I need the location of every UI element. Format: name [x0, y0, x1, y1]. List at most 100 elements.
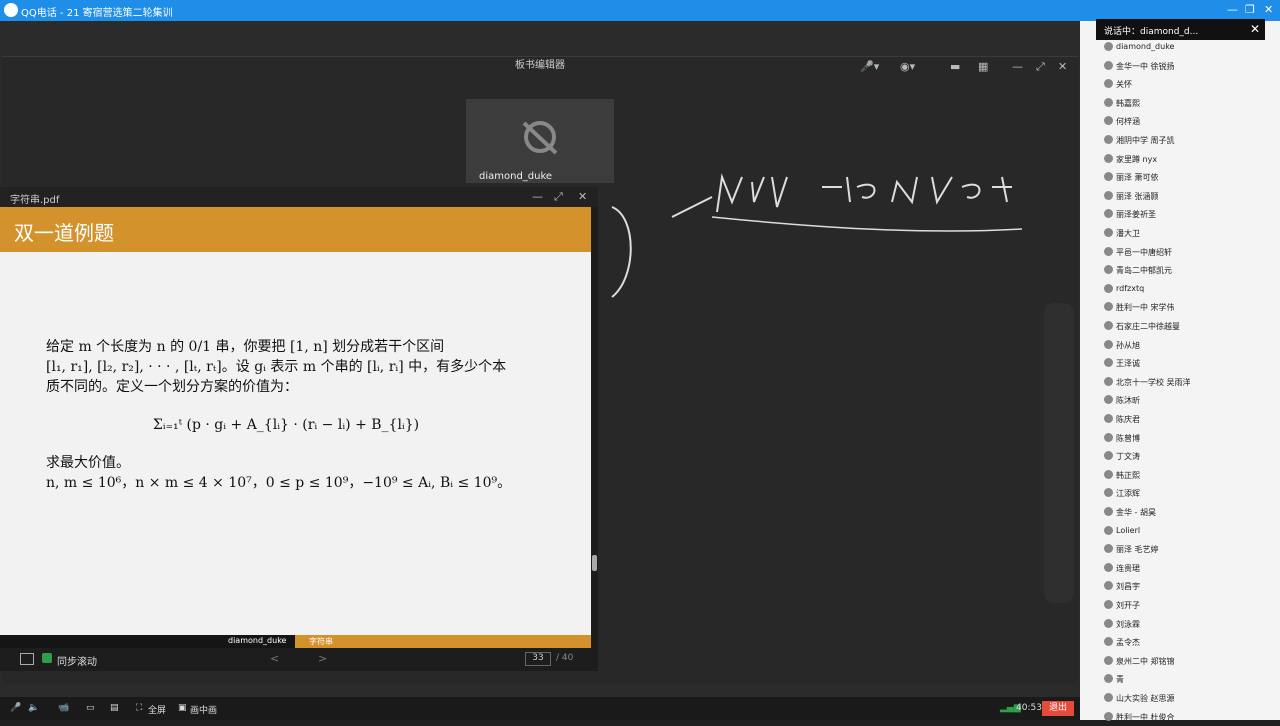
mic-off-icon[interactable]: 🎤 [10, 703, 21, 713]
member-avatar [1104, 190, 1113, 200]
member-name: 陈庆君 [1116, 415, 1140, 424]
member-avatar [1104, 97, 1113, 107]
slide-body: 给定 m 个长度为 n 的 0/1 串，你要把 [1, n] 划分成若干个区间 … [46, 337, 566, 493]
pdf-controls: 同步滚动 < > 33 / 40 [0, 648, 598, 671]
member-name: 山大实验 赵思源 [1116, 694, 1175, 703]
slide-footer-author: diamond_duke [228, 636, 287, 645]
member-name: 关怀 [1116, 80, 1132, 90]
prev-page-icon[interactable]: < [270, 652, 279, 665]
member-avatar [1104, 116, 1113, 126]
member-name: 青 [1116, 675, 1124, 685]
pdf-scrollbar[interactable] [592, 555, 597, 571]
drawing-toolbar[interactable] [1044, 303, 1074, 603]
camera-off-button[interactable]: 📹 [58, 703, 69, 713]
member-avatar [1104, 302, 1113, 312]
member-avatar [1104, 618, 1113, 628]
pdf-close-button[interactable]: ✕ [578, 190, 587, 203]
slide-line-3: 质不同的。定义一个划分方案的价值为： [46, 379, 298, 395]
page-input[interactable]: 33 [525, 652, 551, 666]
minimize-button[interactable]: — [1227, 3, 1238, 16]
slide-formula: Σᵢ₌₁ᵗ (p · gᵢ + A_{lᵢ} · (rᵢ − lᵢ) + B_{… [152, 417, 420, 433]
pdf-filename: 字符串.pdf [10, 195, 60, 206]
board-close-button[interactable]: ✕ [1058, 60, 1067, 73]
member-avatar [1104, 451, 1113, 461]
member-avatar [1104, 414, 1113, 423]
restore-button[interactable]: ❐ [1245, 3, 1255, 16]
title-bar: QQ电话 - 21 寄宿营选策二轮集训 — ❐ ✕ [0, 0, 1280, 21]
sync-label: 同步滚动 [57, 657, 97, 668]
member-name: 孙从旭 [1116, 340, 1140, 350]
camera-icon[interactable]: ▬ [950, 60, 960, 73]
member-avatar [1104, 172, 1113, 182]
member-avatar [1104, 600, 1113, 609]
pdf-slide: 双一道例题 给定 m 个长度为 n 的 0/1 串，你要把 [1, n] 划分成… [0, 207, 591, 648]
member-name: 丽泽姜祈圣 [1116, 210, 1156, 220]
pdf-minimize-button[interactable]: — [532, 190, 543, 203]
pdf-header: 字符串.pdf — ⤢ ✕ [0, 187, 598, 207]
member-avatar [1104, 283, 1113, 293]
member-avatar [1104, 209, 1113, 219]
member-avatar [1104, 544, 1113, 554]
speaker-toggle-icon[interactable]: 🔈 [28, 703, 39, 713]
member-avatar [1104, 60, 1113, 70]
speaker-icon[interactable]: ◉▾ [900, 60, 915, 73]
member-name: 刘开子 [1116, 601, 1140, 610]
fullscreen-button[interactable]: 全屏 [148, 703, 166, 716]
member-avatar [1104, 42, 1113, 51]
member-name: 陈沐昕 [1116, 396, 1140, 406]
slide-line-4: 求最大价值。 [46, 455, 130, 471]
member-name: 丽泽 萧可依 [1116, 173, 1159, 183]
grid-icon[interactable]: ▦ [978, 60, 988, 73]
share-file-icon[interactable]: ▤ [110, 703, 119, 713]
slide-line-2: [l₁, r₁], [l₂, r₂], · · · , [lₜ, rₜ]。设 g… [46, 359, 507, 375]
member-name: 胜利一中 杜俊合 [1116, 712, 1175, 722]
member-name: 丽泽 张涵颢 [1116, 191, 1159, 201]
pip-button[interactable]: 画中画 [190, 703, 217, 716]
member-name: 金华一中 徐锐扬 [1116, 61, 1175, 71]
member-avatar [1104, 228, 1113, 237]
member-avatar [1104, 395, 1113, 405]
sync-checkbox[interactable] [42, 653, 52, 663]
exit-button[interactable]: 退出 [1042, 701, 1074, 716]
member-name: 青岛二中郁凯元 [1116, 266, 1172, 276]
member-avatar [1104, 376, 1113, 386]
handwriting-strokes [611, 173, 1023, 298]
slide-line-5: n, m ≤ 10⁶，n × m ≤ 4 × 10⁷，0 ≤ p ≤ 10⁹，−… [46, 475, 512, 491]
main-area: 板书编辑器 🎤▾ ◉▾ ▬ ▦ — ⤢ ✕ diamond_duke 字符串.p… [0, 21, 1080, 697]
member-name: Lolierl [1116, 525, 1141, 535]
member-name: 何梓涵 [1116, 117, 1140, 127]
sidebar-toggle-icon[interactable] [20, 653, 34, 665]
pdf-viewer: 字符串.pdf — ⤢ ✕ 双一道例题 给定 m 个长度为 n 的 0/1 串，… [0, 187, 598, 671]
member-avatar [1104, 674, 1113, 684]
camera-off-icon [522, 121, 558, 155]
member-avatar [1104, 469, 1113, 479]
pip-icon[interactable]: ▣ [178, 703, 187, 713]
member-name: 刘昌宇 [1116, 582, 1140, 592]
member-name: 丁文涛 [1116, 452, 1140, 462]
slide-line-1: 给定 m 个长度为 n 的 0/1 串，你要把 [1, n] 划分成若干个区间 [46, 339, 445, 355]
pdf-expand-button[interactable]: ⤢ [554, 190, 563, 204]
mic-icon[interactable]: 🎤▾ [860, 60, 879, 73]
member-name: 金华 - 胡昊 [1116, 508, 1156, 517]
board-minimize-button[interactable]: — [1012, 60, 1023, 73]
member-name: 韩嘉熙 [1116, 98, 1140, 108]
qq-logo-icon [4, 3, 18, 17]
member-avatar [1104, 488, 1113, 498]
board-expand-button[interactable]: ⤢ [1036, 60, 1045, 74]
bottom-toolbar: 🎤 🔈 📹 ▭ ▤ ⛶ 全屏 ▣ 画中画 ▂▄▆ 40:53 [0, 697, 1080, 720]
member-avatar [1104, 135, 1113, 144]
fullscreen-icon[interactable]: ⛶ [136, 703, 142, 713]
member-avatar [1104, 321, 1113, 330]
member-list: diamond_duke 金华一中 徐锐扬 关怀 韩嘉熙 何梓涵 湘阴中学 周子凯 家里蹲 … [1080, 21, 1280, 722]
speaking-close-button[interactable]: ✕ [1250, 22, 1260, 36]
member-name: 刘泳霖 [1116, 619, 1140, 629]
member-avatar [1104, 79, 1113, 89]
member-name: 丽泽 毛艺婷 [1116, 545, 1159, 555]
member-avatar [1104, 265, 1113, 275]
close-button[interactable]: ✕ [1264, 3, 1273, 16]
slide-title: 双一道例题 [14, 221, 114, 245]
member-name: 韩正熙 [1116, 470, 1140, 480]
member-name: 北京十一学校 吴雨洋 [1116, 377, 1191, 387]
next-page-icon[interactable]: > [318, 652, 327, 665]
share-screen-icon[interactable]: ▭ [86, 703, 95, 713]
